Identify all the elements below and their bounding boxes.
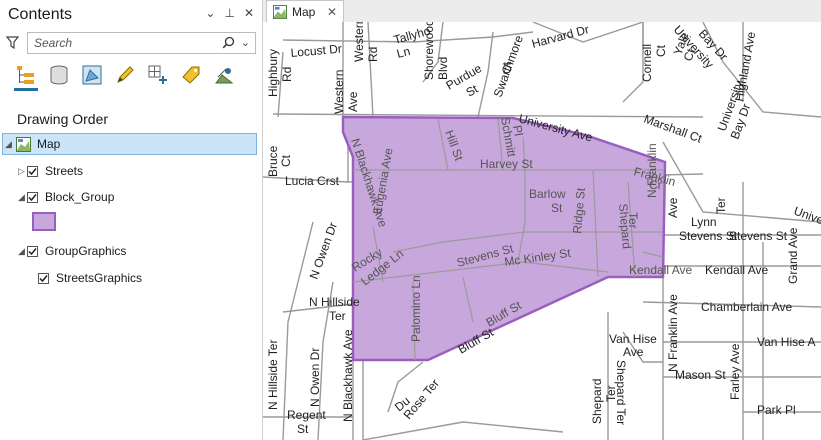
street-label: Western — [332, 70, 346, 114]
pane-title: Contents — [8, 6, 73, 23]
layer-row-block-group[interactable]: ◢ Block_Group — [16, 186, 114, 208]
list-by-perspective-imagery-icon[interactable] — [212, 62, 236, 88]
street-label: Western — [352, 22, 366, 62]
street-label: N Franklin Ave — [666, 294, 680, 372]
street-label: Ct — [500, 61, 514, 74]
street-label: Highbury — [266, 49, 280, 97]
street-label: Blvd — [436, 57, 450, 80]
street-label: St — [464, 81, 481, 99]
close-tab-icon[interactable]: ✕ — [327, 5, 337, 19]
street-label: St — [551, 201, 563, 215]
street-label: Mason St — [675, 368, 726, 382]
street-label: Lynn — [691, 215, 717, 229]
street-label: Stevens St — [729, 229, 788, 243]
list-by-editing-icon[interactable] — [113, 62, 137, 88]
street-label: St — [297, 422, 309, 436]
layer-visibility-checkbox[interactable] — [27, 191, 38, 203]
expand-arrow-icon[interactable]: ▷ — [16, 166, 27, 177]
map-icon — [273, 4, 287, 19]
street-label: Harvard Dr — [530, 22, 590, 51]
street-label: Ter — [329, 309, 346, 323]
list-by-data-source-icon[interactable] — [47, 62, 71, 88]
street-label: Ave — [623, 345, 644, 359]
layer-label-block-group: Block_Group — [45, 190, 115, 204]
layer-label-streets: Streets — [45, 164, 84, 178]
search-options-chevron-icon[interactable]: ⌄ — [241, 36, 250, 49]
street-label: Rd — [280, 67, 294, 82]
street-label: Ter — [714, 197, 728, 214]
street-label: Barlow — [529, 187, 566, 201]
search-box: ⌄ — [27, 32, 256, 54]
layer-label-streetsgraphics: StreetsGraphics — [56, 271, 143, 285]
contents-pane: Contents ⌄ ⊥ ✕ ⌄ — [0, 0, 263, 440]
collapse-arrow-icon[interactable]: ◢ — [16, 246, 27, 257]
collapse-arrow-icon[interactable]: ◢ — [16, 192, 27, 203]
tab-map[interactable]: Map ✕ — [266, 0, 344, 22]
list-by-drawing-order-icon[interactable] — [14, 62, 38, 91]
block-group-symbol-swatch[interactable] — [32, 212, 56, 231]
street-label: Ave — [666, 197, 680, 218]
expand-arrow-icon[interactable]: ◢ — [3, 139, 14, 150]
pane-options-icon[interactable]: ⌄ — [205, 6, 215, 20]
drawing-order-heading: Drawing Order — [17, 111, 109, 127]
street-label: Regent — [287, 408, 326, 422]
filter-icon[interactable] — [5, 36, 20, 54]
list-by-snapping-icon[interactable] — [146, 62, 170, 88]
street-label: Ave — [346, 91, 360, 112]
street-label: Grand Ave — [786, 227, 800, 284]
layer-visibility-checkbox[interactable] — [27, 245, 38, 257]
street-label: Chamberlain Ave — [701, 300, 792, 314]
street-label: N Blackhawk Ave — [341, 329, 355, 422]
street-label: Ct — [279, 154, 293, 167]
map-icon — [16, 136, 31, 152]
street-label: Ter — [604, 385, 618, 402]
list-by-selection-icon[interactable] — [80, 62, 104, 88]
street-label: N Hillside Ter — [266, 340, 280, 410]
map-view[interactable]: Locust Dr Tallyho Ln Western Rd Shorewoo… — [263, 22, 821, 440]
street-label: Ct — [654, 44, 668, 57]
street-label: Farley Ave — [728, 343, 742, 400]
layer-row-groupgraphics[interactable]: ◢ GroupGraphics — [16, 240, 126, 262]
street-label: Kendall Ave — [629, 263, 692, 277]
street-label: Cornell — [640, 44, 654, 82]
tab-label: Map — [292, 4, 316, 19]
street-label: N Hillside — [309, 295, 360, 309]
street-label: Univer — [792, 204, 821, 229]
close-icon[interactable]: ✕ — [244, 6, 254, 20]
street-label: N Franklin — [645, 143, 659, 198]
layer-row-streets[interactable]: ▷ Streets — [16, 160, 83, 182]
list-by-labeling-icon[interactable] — [179, 62, 203, 88]
layer-visibility-checkbox[interactable] — [38, 272, 49, 284]
pane-controls: ⌄ ⊥ ✕ — [205, 6, 254, 20]
street-label: Van Hise — [609, 332, 657, 346]
layer-row-map[interactable]: ◢ Map — [2, 133, 257, 155]
street-label: Bruce — [266, 145, 280, 177]
contents-toolbar — [14, 62, 236, 91]
street-label: Harvey St — [480, 157, 533, 171]
street-label: Lucia Crst — [285, 174, 340, 188]
search-icon[interactable] — [222, 36, 235, 54]
street-label: N Owen Dr — [308, 348, 322, 407]
pin-icon[interactable]: ⊥ — [224, 6, 234, 20]
layer-row-streetsgraphics[interactable]: StreetsGraphics — [38, 267, 142, 289]
street-label: Rd — [366, 47, 380, 62]
street-label: Park Pl — [757, 403, 796, 417]
street-label: Kendall Ave — [705, 263, 768, 277]
street-label: Ln — [395, 44, 412, 61]
street-label: Van Hise A — [757, 335, 815, 349]
street-label: Shepard — [590, 379, 604, 424]
search-input[interactable] — [28, 36, 220, 50]
street-label: Shorewood — [422, 22, 436, 80]
layer-visibility-checkbox[interactable] — [27, 165, 38, 177]
street-label: Palomino Ln — [409, 275, 423, 342]
layer-label-groupgraphics: GroupGraphics — [45, 244, 127, 258]
layer-label-map: Map — [37, 137, 61, 151]
view-tab-bar: Map ✕ — [263, 0, 821, 23]
street-label: Locust Dr — [290, 42, 342, 60]
street-label: Ter — [626, 212, 640, 229]
